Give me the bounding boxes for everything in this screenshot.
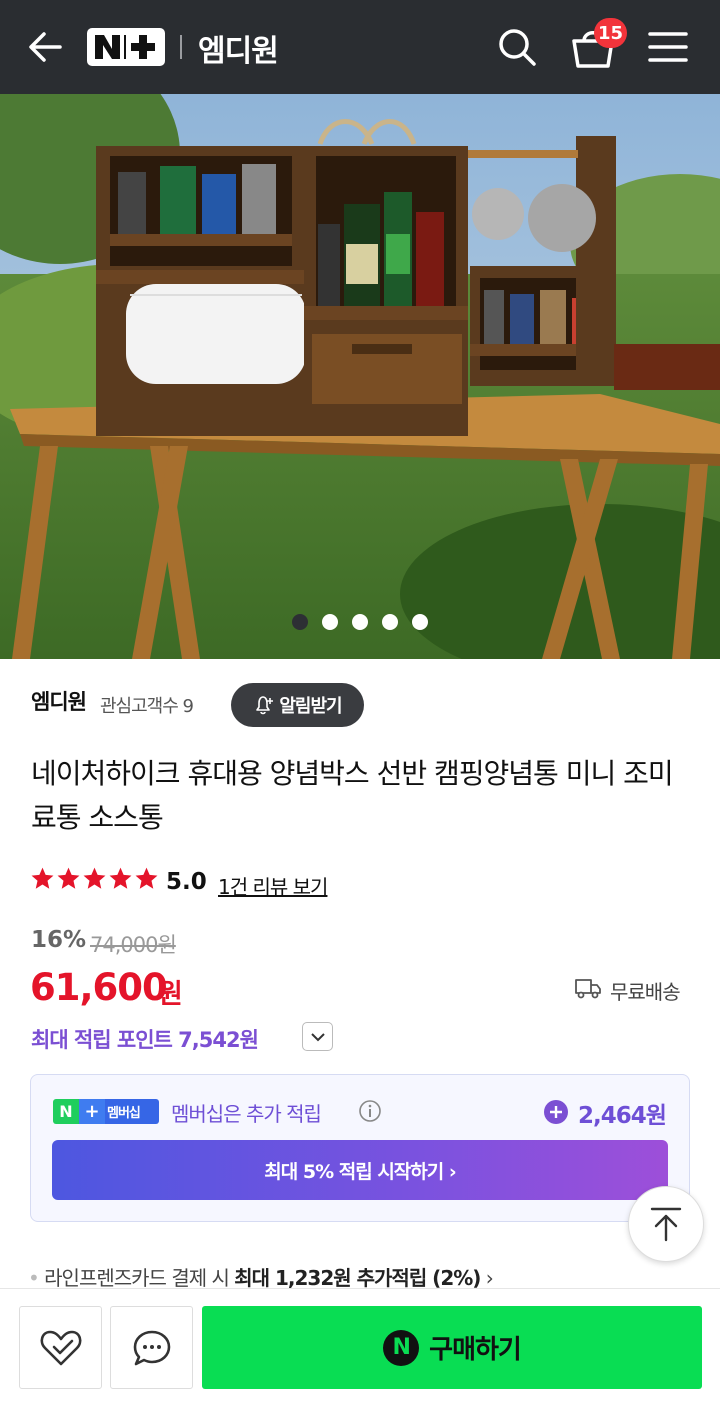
carousel-dot[interactable] — [292, 614, 308, 630]
points-expand-button[interactable] — [302, 1022, 333, 1051]
chat-bubble-icon — [133, 1330, 170, 1365]
carousel-dot[interactable] — [382, 614, 398, 630]
store-name[interactable]: 엠디원 — [31, 686, 87, 716]
membership-start-button[interactable]: 최대 5% 적립 시작하기 › — [52, 1140, 668, 1200]
review-link[interactable]: 1건 리뷰 보기 — [218, 871, 328, 900]
membership-logo-text: 멤버십 — [107, 1106, 141, 1121]
delivery-truck-icon — [575, 979, 601, 999]
original-price: 74,000원 — [90, 933, 177, 957]
bell-plus-icon — [256, 696, 274, 715]
shipping-info: 무료배송 — [610, 980, 681, 1004]
star-icon — [31, 867, 54, 889]
buy-label: 구매하기 — [429, 1335, 522, 1365]
chevron-down-icon — [310, 1032, 325, 1041]
membership-logo: N + 멤버십 — [53, 1099, 159, 1124]
top-header: 엠디원 15 — [0, 0, 720, 94]
carousel-dot[interactable] — [412, 614, 428, 630]
rating-score: 5.0 — [166, 869, 207, 895]
card-benefit-prefix: 라인프렌즈카드 결제 시 — [44, 1266, 235, 1290]
search-icon[interactable] — [496, 26, 538, 68]
follower-count: 관심고객수 9 — [100, 696, 194, 717]
naver-n-icon: N — [383, 1329, 420, 1366]
price-unit: 원 — [158, 979, 183, 1010]
hamburger-menu-icon[interactable] — [648, 30, 688, 64]
star-icon — [83, 867, 106, 889]
discount-rate: 16% — [31, 927, 87, 953]
n-plus-logo-icon — [95, 35, 155, 59]
cart-count-badge: 15 — [594, 18, 627, 48]
brand-title[interactable]: 엠디원 — [198, 26, 279, 70]
max-points[interactable]: 최대 적립 포인트 7,542원 — [31, 1024, 259, 1054]
plus-circle-icon — [544, 1100, 568, 1124]
product-image-carousel[interactable] — [0, 94, 720, 659]
info-icon[interactable] — [358, 1099, 382, 1123]
carousel-indicator — [0, 614, 720, 630]
heart-check-icon — [40, 1330, 81, 1365]
carousel-dot[interactable] — [322, 614, 338, 630]
talk-button[interactable] — [110, 1306, 193, 1389]
bottom-action-bar: N 구매하기 — [0, 1288, 720, 1414]
star-icon — [57, 867, 80, 889]
n-logo-icon: N — [59, 1102, 73, 1121]
product-title: 네이처하이크 휴대용 양념박스 선반 캠핑양념통 미니 조미료통 소스통 — [31, 757, 674, 834]
card-benefit-arrow: › — [480, 1266, 494, 1290]
wishlist-button[interactable] — [19, 1306, 102, 1389]
plus-logo-icon: + — [84, 1101, 100, 1122]
rating-stars — [30, 866, 159, 891]
alert-subscribe-button[interactable]: 알림받기 — [231, 683, 364, 727]
naver-plus-logo[interactable] — [87, 28, 165, 66]
product-photo — [0, 94, 720, 659]
arrow-up-icon — [650, 1207, 682, 1242]
scroll-to-top-button[interactable] — [628, 1186, 704, 1262]
alert-label: 알림받기 — [279, 696, 342, 717]
membership-box: N + 멤버십 멤버십은 추가 적립 2,464원 최대 5% 적립 시작하기 … — [30, 1074, 690, 1222]
card-benefit-bold: 최대 1,232원 추가적립 (2%) — [234, 1266, 481, 1290]
logo-divider — [180, 35, 182, 59]
card-benefit-line[interactable]: • 라인프렌즈카드 결제 시 최대 1,232원 추가적립 (2%) › — [28, 1262, 494, 1291]
membership-text: 멤버십은 추가 적립 — [171, 1102, 322, 1126]
carousel-dot[interactable] — [352, 614, 368, 630]
back-arrow-icon[interactable] — [26, 27, 66, 67]
bullet: • — [28, 1266, 45, 1290]
star-icon — [109, 867, 132, 889]
membership-points: 2,464원 — [578, 1103, 667, 1129]
buy-button[interactable]: N 구매하기 — [202, 1306, 702, 1389]
sale-price: 61,600 — [30, 966, 168, 1009]
star-icon — [135, 867, 158, 889]
